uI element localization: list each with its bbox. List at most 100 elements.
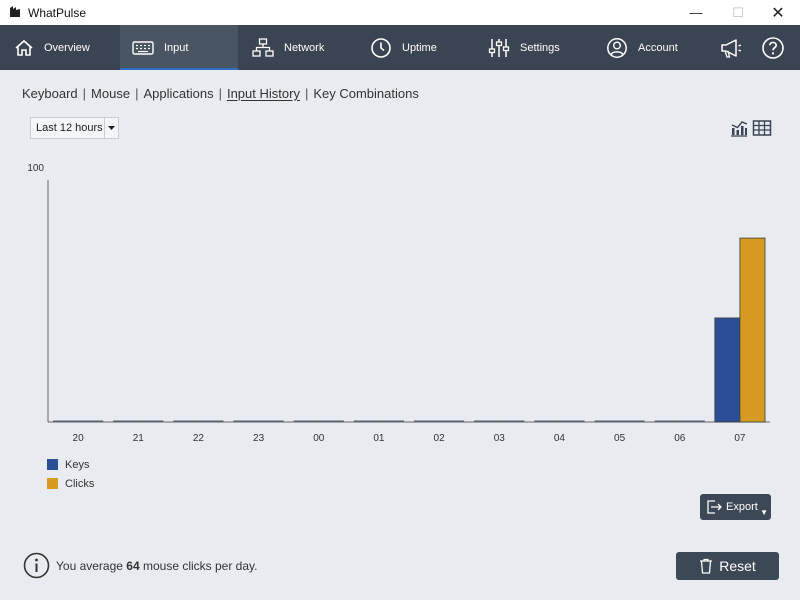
bar-keys-02 <box>414 420 440 422</box>
legend-label-keys: Keys <box>65 458 90 471</box>
nav-uptime-label: Uptime <box>402 41 437 54</box>
bar-keys-01 <box>353 420 379 422</box>
x-tick-label: 04 <box>554 433 566 444</box>
subtab-mouse[interactable]: Mouse <box>91 86 130 101</box>
home-icon <box>15 39 33 56</box>
nav-settings-label: Settings <box>520 41 560 54</box>
table-view-icon[interactable] <box>752 119 772 137</box>
export-button[interactable]: Export ▼ <box>700 494 771 520</box>
bar-clicks-06 <box>679 420 705 422</box>
subtab-input-history[interactable]: Input History <box>227 86 300 101</box>
chart-legend: Keys Clicks <box>47 455 94 493</box>
nav-overview[interactable]: Overview <box>0 25 120 70</box>
legend-label-clicks: Clicks <box>65 477 95 490</box>
nav-uptime[interactable]: Uptime <box>356 25 474 70</box>
chevron-down-icon <box>104 118 118 138</box>
x-tick-label: 01 <box>373 433 385 444</box>
bar-clicks-22 <box>198 420 224 422</box>
average-suffix: mouse clicks per day. <box>139 559 258 573</box>
sliders-icon <box>488 38 510 57</box>
export-label: Export <box>726 501 758 513</box>
average-value: 64 <box>126 559 140 573</box>
x-tick-label: 02 <box>434 433 446 444</box>
caret-down-icon: ▼ <box>760 508 768 517</box>
nav-settings[interactable]: Settings <box>474 25 592 70</box>
app-logo-icon <box>10 6 20 17</box>
legend-item-keys: Keys <box>47 455 94 474</box>
subtab-separator: | <box>304 86 309 101</box>
x-tick-label: 22 <box>193 433 205 444</box>
x-tick-label: 20 <box>73 433 85 444</box>
bar-clicks-00 <box>318 420 344 422</box>
period-selected-value: Last 12 hours <box>36 122 103 134</box>
network-icon <box>252 37 274 57</box>
title-bar: WhatPulse — ☐ ✕ <box>0 0 800 25</box>
bar-clicks-23 <box>258 420 284 422</box>
main-nav: Overview Input Network Uptime Settings A… <box>0 25 800 70</box>
subtab-separator: | <box>135 86 139 101</box>
user-icon <box>607 37 627 58</box>
keyboard-icon <box>132 40 154 55</box>
average-clicks-text: You average 64 mouse clicks per day. <box>56 559 257 573</box>
input-history-chart: 100 20 21 22 23 00 01 02 03 04 05 06 07 <box>27 163 770 444</box>
announcements-button[interactable] <box>718 25 754 70</box>
x-tick-label: 05 <box>614 433 626 444</box>
x-tick-label: 23 <box>253 433 265 444</box>
chart-view-icon[interactable] <box>729 119 749 137</box>
input-subtabs: Keyboard | Mouse | Applications | Input … <box>22 86 419 101</box>
bar-keys-00 <box>293 420 319 422</box>
bar-keys-07 <box>714 317 741 423</box>
bar-clicks-02 <box>439 420 465 422</box>
average-prefix: You average <box>56 559 127 573</box>
nav-input[interactable]: Input <box>120 25 238 70</box>
trash-icon <box>700 558 713 574</box>
subtab-separator: | <box>82 86 87 101</box>
subtab-separator: | <box>218 86 222 101</box>
bar-keys-22 <box>173 420 199 422</box>
reset-button[interactable]: Reset <box>676 552 779 580</box>
bar-keys-05 <box>594 420 620 422</box>
nav-input-label: Input <box>164 41 189 54</box>
bar-keys-03 <box>474 420 500 422</box>
legend-swatch-keys <box>47 459 58 470</box>
bar-clicks-21 <box>138 420 164 422</box>
bar-keys-20 <box>53 420 79 422</box>
y-axis-max-label: 100 <box>27 163 44 174</box>
nav-network[interactable]: Network <box>238 25 356 70</box>
bar-clicks-05 <box>619 420 645 422</box>
bar-keys-04 <box>534 420 560 422</box>
x-tick-label: 07 <box>734 433 746 444</box>
minimize-button[interactable]: — <box>674 0 718 25</box>
help-icon <box>762 36 784 59</box>
megaphone-icon <box>721 38 742 58</box>
close-button[interactable]: ✕ <box>756 0 800 25</box>
subtab-key-combinations[interactable]: Key Combinations <box>313 86 419 101</box>
nav-network-label: Network <box>284 41 325 54</box>
bar-keys-06 <box>654 420 680 422</box>
nav-account-label: Account <box>638 41 678 54</box>
x-tick-label: 21 <box>133 433 145 444</box>
bar-clicks-01 <box>378 420 404 422</box>
maximize-button[interactable]: ☐ <box>716 0 760 25</box>
x-tick-label: 00 <box>313 433 325 444</box>
legend-swatch-clicks <box>47 478 58 489</box>
bar-clicks-03 <box>499 420 525 422</box>
info-icon <box>23 552 50 579</box>
nav-overview-label: Overview <box>44 41 90 54</box>
export-icon <box>707 500 722 514</box>
subtab-applications[interactable]: Applications <box>143 86 213 101</box>
subtab-keyboard[interactable]: Keyboard <box>22 86 78 101</box>
bar-clicks-04 <box>559 420 585 422</box>
legend-item-clicks: Clicks <box>47 474 94 493</box>
bar-clicks-07 <box>739 237 766 423</box>
x-tick-label: 06 <box>674 433 686 444</box>
reset-label: Reset <box>719 558 756 574</box>
help-button[interactable] <box>760 25 796 70</box>
bar-keys-21 <box>113 420 139 422</box>
nav-account[interactable]: Account <box>592 25 710 70</box>
bar-keys-23 <box>233 420 259 422</box>
bar-clicks-20 <box>78 420 104 422</box>
period-dropdown[interactable]: Last 12 hours <box>30 117 119 139</box>
x-tick-label: 03 <box>494 433 506 444</box>
window-title: WhatPulse <box>28 6 87 20</box>
